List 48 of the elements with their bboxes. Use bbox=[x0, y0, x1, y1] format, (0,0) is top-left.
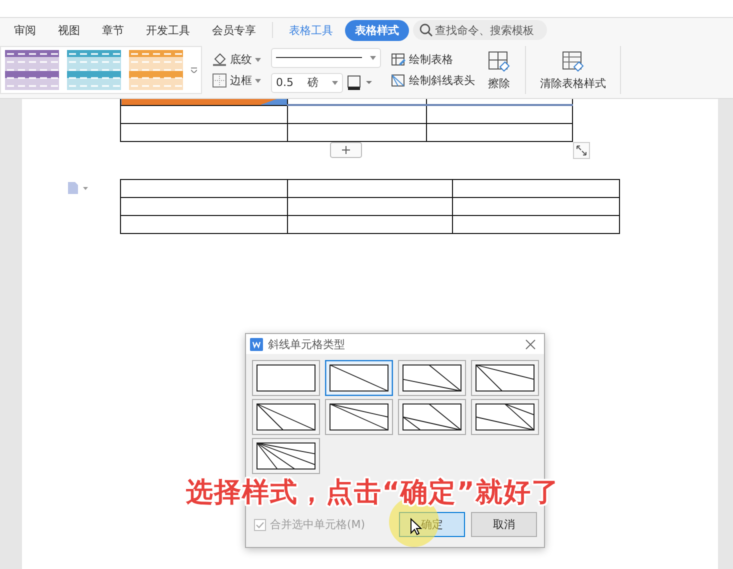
diagonal-style-option[interactable] bbox=[325, 360, 393, 396]
diagonal-style-option[interactable] bbox=[471, 360, 539, 396]
table-style-thumbnail[interactable] bbox=[129, 50, 183, 90]
caret-icon bbox=[370, 56, 376, 60]
caret-icon bbox=[255, 58, 261, 62]
search-icon bbox=[419, 23, 433, 37]
menu-tab[interactable]: 表格样式 bbox=[345, 20, 409, 40]
table-style-thumbnail[interactable] bbox=[5, 50, 59, 90]
app-logo-icon bbox=[250, 338, 263, 350]
gallery-more-icon[interactable] bbox=[191, 67, 197, 73]
erase-button[interactable]: 擦除 bbox=[485, 48, 513, 92]
menu-tab[interactable]: 章节 bbox=[92, 20, 134, 40]
resize-icon[interactable] bbox=[573, 142, 590, 159]
diagonal-style-option[interactable] bbox=[398, 360, 466, 396]
border-icon bbox=[212, 73, 227, 88]
line-style-dropdown[interactable] bbox=[271, 48, 381, 68]
search-field[interactable]: 查找命令、搜索模板 bbox=[413, 20, 547, 40]
line-width-dropdown[interactable]: 0.5 磅 bbox=[271, 72, 343, 92]
diagonal-style-option[interactable] bbox=[398, 399, 466, 435]
menu-tab[interactable]: 开发工具 bbox=[136, 20, 200, 40]
diagonal-style-option[interactable] bbox=[471, 399, 539, 435]
diagonal-style-option[interactable] bbox=[252, 360, 320, 396]
cancel-button[interactable]: 取消 bbox=[471, 512, 537, 537]
border-button[interactable]: 边框 bbox=[210, 72, 263, 89]
caret-icon bbox=[332, 80, 338, 84]
clear-table-style-button[interactable]: 清除表格样式 bbox=[538, 48, 608, 92]
add-row-icon[interactable] bbox=[330, 142, 362, 158]
caret-icon bbox=[255, 78, 261, 82]
table-eraser-icon bbox=[561, 50, 585, 74]
menu-tab[interactable]: 审阅 bbox=[4, 20, 46, 40]
menu-tab[interactable]: 会员专享 bbox=[202, 20, 266, 40]
document-icon[interactable] bbox=[67, 182, 89, 194]
pen-color-icon[interactable] bbox=[347, 74, 373, 90]
diagonal-style-option[interactable] bbox=[252, 438, 320, 474]
close-icon[interactable] bbox=[525, 338, 536, 350]
diagonal-cell-icon bbox=[391, 74, 406, 88]
menu-tab[interactable]: 表格工具 bbox=[279, 20, 343, 40]
draw-diagonal-header-button[interactable]: 绘制斜线表头 bbox=[389, 72, 477, 89]
diagonal-style-option[interactable] bbox=[252, 399, 320, 435]
cursor-icon bbox=[410, 518, 422, 536]
table-style-thumbnail[interactable] bbox=[67, 50, 121, 90]
menu-tab[interactable]: 视图 bbox=[48, 20, 90, 40]
draw-table-button[interactable]: 绘制表格 bbox=[389, 51, 477, 68]
diagonal-style-option[interactable] bbox=[325, 399, 393, 435]
dialog-title: 斜线单元格类型 bbox=[268, 336, 346, 352]
shading-button[interactable]: 底纹 bbox=[210, 51, 263, 68]
eraser-icon bbox=[487, 50, 511, 74]
table-pen-icon bbox=[391, 52, 406, 66]
